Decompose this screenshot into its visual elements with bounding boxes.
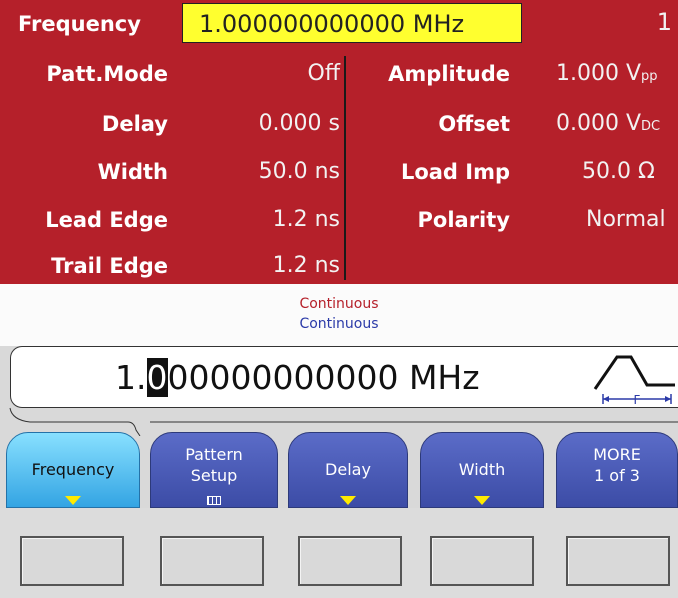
status-line-1: Continuous: [299, 296, 379, 312]
status-line-2: Continuous: [299, 316, 379, 332]
amplitude-unit-subscript: pp: [641, 69, 658, 84]
column-divider: [344, 56, 346, 280]
status-area: Continuous Continuous: [0, 284, 678, 346]
softkey-label: Width: [458, 460, 506, 479]
softkey-label: Frequency: [31, 460, 115, 479]
offset-label: Offset: [438, 112, 510, 136]
softkey-label: Delay: [325, 460, 371, 479]
trail-edge-label: Trail Edge: [51, 254, 168, 278]
down-arrow-icon: [65, 496, 81, 505]
delay-value: 0.000 s: [258, 111, 340, 136]
width-value: 50.0 ns: [258, 159, 340, 184]
polarity-label: Polarity: [417, 208, 510, 232]
hardware-softkey-4[interactable]: [430, 536, 534, 586]
entry-value: 1.000000000000 MHz: [115, 358, 480, 397]
hardware-softkey-3[interactable]: [298, 536, 402, 586]
hardware-softkey-2[interactable]: [160, 536, 264, 586]
softkey-delay[interactable]: Delay: [288, 432, 408, 508]
down-arrow-icon: [474, 496, 490, 505]
softkey-label: Pattern: [185, 445, 243, 464]
frequency-value: 1.000000000000 MHz: [199, 10, 465, 38]
hardware-softkey-5[interactable]: [566, 536, 670, 586]
softkey-width[interactable]: Width: [420, 432, 544, 508]
grid-icon: [207, 496, 221, 505]
softkey-label-line2: 1 of 3: [594, 466, 640, 485]
amplitude-value: 1.000 Vpp: [556, 61, 658, 86]
softkey-pattern-setup[interactable]: Pattern Setup: [150, 432, 278, 508]
entry-cursor: 0: [146, 358, 168, 397]
offset-unit-subscript: DC: [641, 119, 661, 134]
softkey-tab-outline: [9, 407, 678, 436]
lead-edge-value: 1.2 ns: [272, 207, 340, 232]
amplitude-label: Amplitude: [388, 62, 510, 86]
load-imp-label: Load Imp: [400, 160, 510, 184]
softkey-frequency[interactable]: Frequency: [6, 432, 140, 508]
softkey-label: MORE: [593, 445, 641, 464]
patt-mode-label: Patt.Mode: [46, 62, 168, 86]
load-imp-value: 50.0 Ω: [582, 159, 655, 184]
patt-mode-value: Off: [307, 61, 340, 86]
frequency-label: Frequency: [18, 12, 141, 36]
softkey-label-line2: Setup: [190, 466, 238, 485]
trail-edge-value: 1.2 ns: [272, 253, 340, 278]
parameter-panel: Frequency 1.000000000000 MHz 1 Patt.Mode…: [0, 0, 678, 284]
delay-label: Delay: [101, 112, 168, 136]
hardware-softkey-1[interactable]: [20, 536, 124, 586]
channel-number: 1: [656, 8, 672, 36]
polarity-value: Normal: [586, 207, 666, 232]
lead-edge-label: Lead Edge: [45, 208, 168, 232]
width-label: Width: [97, 160, 168, 184]
down-arrow-icon: [340, 496, 356, 505]
softkey-more[interactable]: MORE 1 of 3: [556, 432, 678, 508]
offset-value: 0.000 VDC: [556, 111, 661, 136]
frequency-display[interactable]: 1.000000000000 MHz: [182, 3, 522, 43]
